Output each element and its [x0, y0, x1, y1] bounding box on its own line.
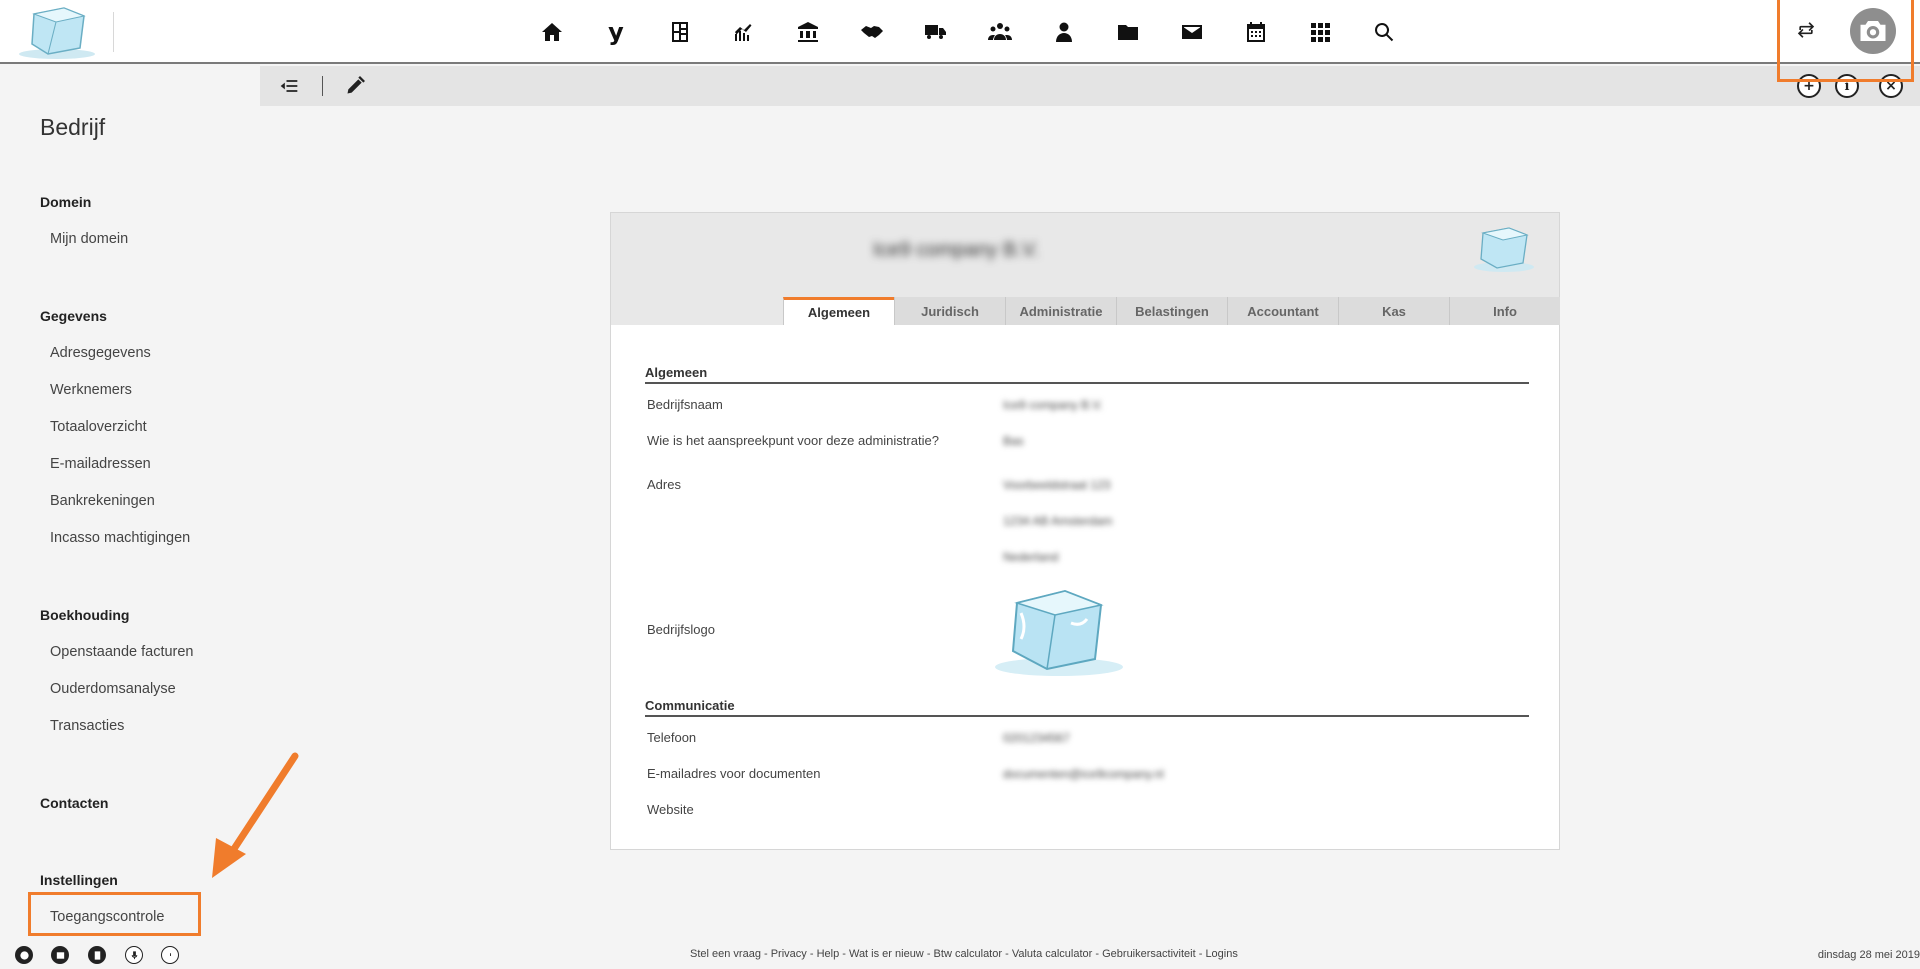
label-email-documenten: E-mailadres voor documenten — [647, 766, 821, 781]
window-icon[interactable] — [51, 946, 69, 964]
calculator-icon[interactable] — [648, 14, 712, 50]
sidebar-item-openstaande-facturen[interactable]: Openstaande facturen — [50, 644, 194, 660]
footer-date: dinsdag 28 mei 2019 — [1817, 949, 1920, 961]
page-toolbar — [260, 66, 1920, 106]
card-tabs: Algemeen Juridisch Administratie Belasti… — [783, 297, 1560, 325]
sidebar-item-werknemers[interactable]: Werknemers — [50, 382, 132, 398]
sidebar-heading-gegevens: Gegevens — [40, 308, 107, 324]
sidebar-item-mijn-domein[interactable]: Mijn domein — [50, 231, 128, 247]
handshake-icon[interactable] — [840, 14, 904, 50]
label-bedrijfslogo: Bedrijfslogo — [647, 622, 715, 637]
company-details-card: Ice9 company B.V. Algemeen Juridisch Adm… — [610, 212, 1560, 850]
value-aanspreekpunt: Bas — [1003, 434, 1024, 448]
sidebar-heading-contacten[interactable]: Contacten — [40, 795, 108, 811]
y-brand-icon[interactable]: y — [584, 14, 648, 50]
clipboard-icon[interactable] — [88, 946, 106, 964]
bank-icon[interactable] — [776, 14, 840, 50]
sidebar-heading-domein: Domein — [40, 194, 92, 210]
footer-link-wat-is-er-nieuw[interactable]: Wat is er nieuw — [849, 948, 924, 960]
card-header: Ice9 company B.V. Algemeen Juridisch Adm… — [611, 213, 1560, 325]
footer-link-gebruikersactiviteit[interactable]: Gebruikersactiviteit — [1102, 948, 1196, 960]
tab-juridisch[interactable]: Juridisch — [894, 297, 1005, 325]
highlight-frame-toegangscontrole — [28, 892, 201, 936]
outdent-icon[interactable] — [276, 74, 302, 98]
tab-kas[interactable]: Kas — [1338, 297, 1449, 325]
footer-link-privacy[interactable]: Privacy — [771, 948, 807, 960]
company-logo-small — [1474, 227, 1534, 272]
company-logo-large — [995, 589, 1123, 676]
sidebar-item-incasso-machtigingen[interactable]: Incasso machtigingen — [50, 530, 190, 546]
footer-link-btw-calculator[interactable]: Btw calculator — [934, 948, 1002, 960]
sidebar-heading-instellingen: Instellingen — [40, 872, 118, 888]
value-adres-line-1: Voorbeeldstraat 123 — [1003, 478, 1111, 492]
footer-link-valuta-calculator[interactable]: Valuta calculator — [1012, 948, 1093, 960]
sidebar-item-totaaloverzicht[interactable]: Totaaloverzicht — [50, 419, 147, 435]
value-telefoon: 0201234567 — [1003, 731, 1070, 745]
footer-links: Stel een vraag - Privacy - Help - Wat is… — [690, 948, 1238, 960]
company-name-heading: Ice9 company B.V. — [873, 239, 1040, 261]
ice-cube-logo[interactable] — [14, 4, 100, 60]
folder-icon[interactable] — [1096, 14, 1160, 50]
value-adres-line-2: 1234 AB Amsterdam — [1003, 514, 1113, 528]
logo-divider — [113, 12, 114, 52]
toolbar-divider — [322, 76, 323, 96]
annotation-arrow — [212, 752, 299, 878]
trending-chart-icon[interactable] — [712, 14, 776, 50]
mail-icon[interactable] — [1160, 14, 1224, 50]
footer-bar: Stel een vraag - Privacy - Help - Wat is… — [0, 940, 1920, 969]
section-algemeen-heading: Algemeen — [645, 365, 1529, 384]
highlight-frame-top-right — [1777, 0, 1914, 82]
label-aanspreekpunt: Wie is het aanspreekpunt voor deze admin… — [647, 433, 939, 448]
sidebar-item-e-mailadressen[interactable]: E-mailadressen — [50, 456, 151, 472]
main-nav-icons: y — [520, 14, 1416, 50]
value-email-documenten: documenten@ice9company.nl — [1003, 767, 1164, 781]
tab-accountant[interactable]: Accountant — [1227, 297, 1338, 325]
label-telefoon: Telefoon — [647, 730, 697, 745]
tab-belastingen[interactable]: Belastingen — [1116, 297, 1227, 325]
footer-link-help[interactable]: Help — [817, 948, 840, 960]
group-icon[interactable] — [968, 14, 1032, 50]
top-navigation-bar: y — [0, 0, 1920, 64]
label-website: Website — [647, 802, 694, 817]
label-bedrijfsnaam: Bedrijfsnaam — [647, 397, 723, 412]
footer-link-stel-een-vraag[interactable]: Stel een vraag — [690, 948, 761, 960]
tab-algemeen[interactable]: Algemeen — [783, 297, 894, 325]
section-communicatie-heading: Communicatie — [645, 698, 1529, 717]
tab-administratie[interactable]: Administratie — [1005, 297, 1116, 325]
label-adres: Adres — [647, 477, 681, 492]
sidebar-heading-boekhouding: Boekhouding — [40, 607, 130, 623]
value-bedrijfsnaam: Ice9 company B.V. — [1003, 398, 1103, 412]
sidebar-item-transacties[interactable]: Transacties — [50, 718, 124, 734]
pencil-icon[interactable] — [342, 74, 368, 98]
footer-link-logins[interactable]: Logins — [1205, 948, 1237, 960]
search-icon[interactable] — [1352, 14, 1416, 50]
sidebar-item-ouderdomsanalyse[interactable]: Ouderdomsanalyse — [50, 681, 176, 697]
person-icon[interactable] — [1032, 14, 1096, 50]
truck-icon[interactable] — [904, 14, 968, 50]
calendar-icon[interactable] — [1224, 14, 1288, 50]
tab-info[interactable]: Info — [1449, 297, 1560, 325]
value-adres-line-3: Nederland — [1003, 550, 1059, 564]
page-title: Bedrijf — [40, 114, 106, 140]
timer-icon[interactable] — [161, 946, 179, 964]
sidebar-item-adresgegevens[interactable]: Adresgegevens — [50, 345, 151, 361]
sidebar-item-bankrekeningen[interactable]: Bankrekeningen — [50, 493, 155, 509]
microphone-icon[interactable] — [125, 946, 143, 964]
globe-icon[interactable] — [15, 946, 33, 964]
home-icon[interactable] — [520, 14, 584, 50]
grid-apps-icon[interactable] — [1288, 14, 1352, 50]
